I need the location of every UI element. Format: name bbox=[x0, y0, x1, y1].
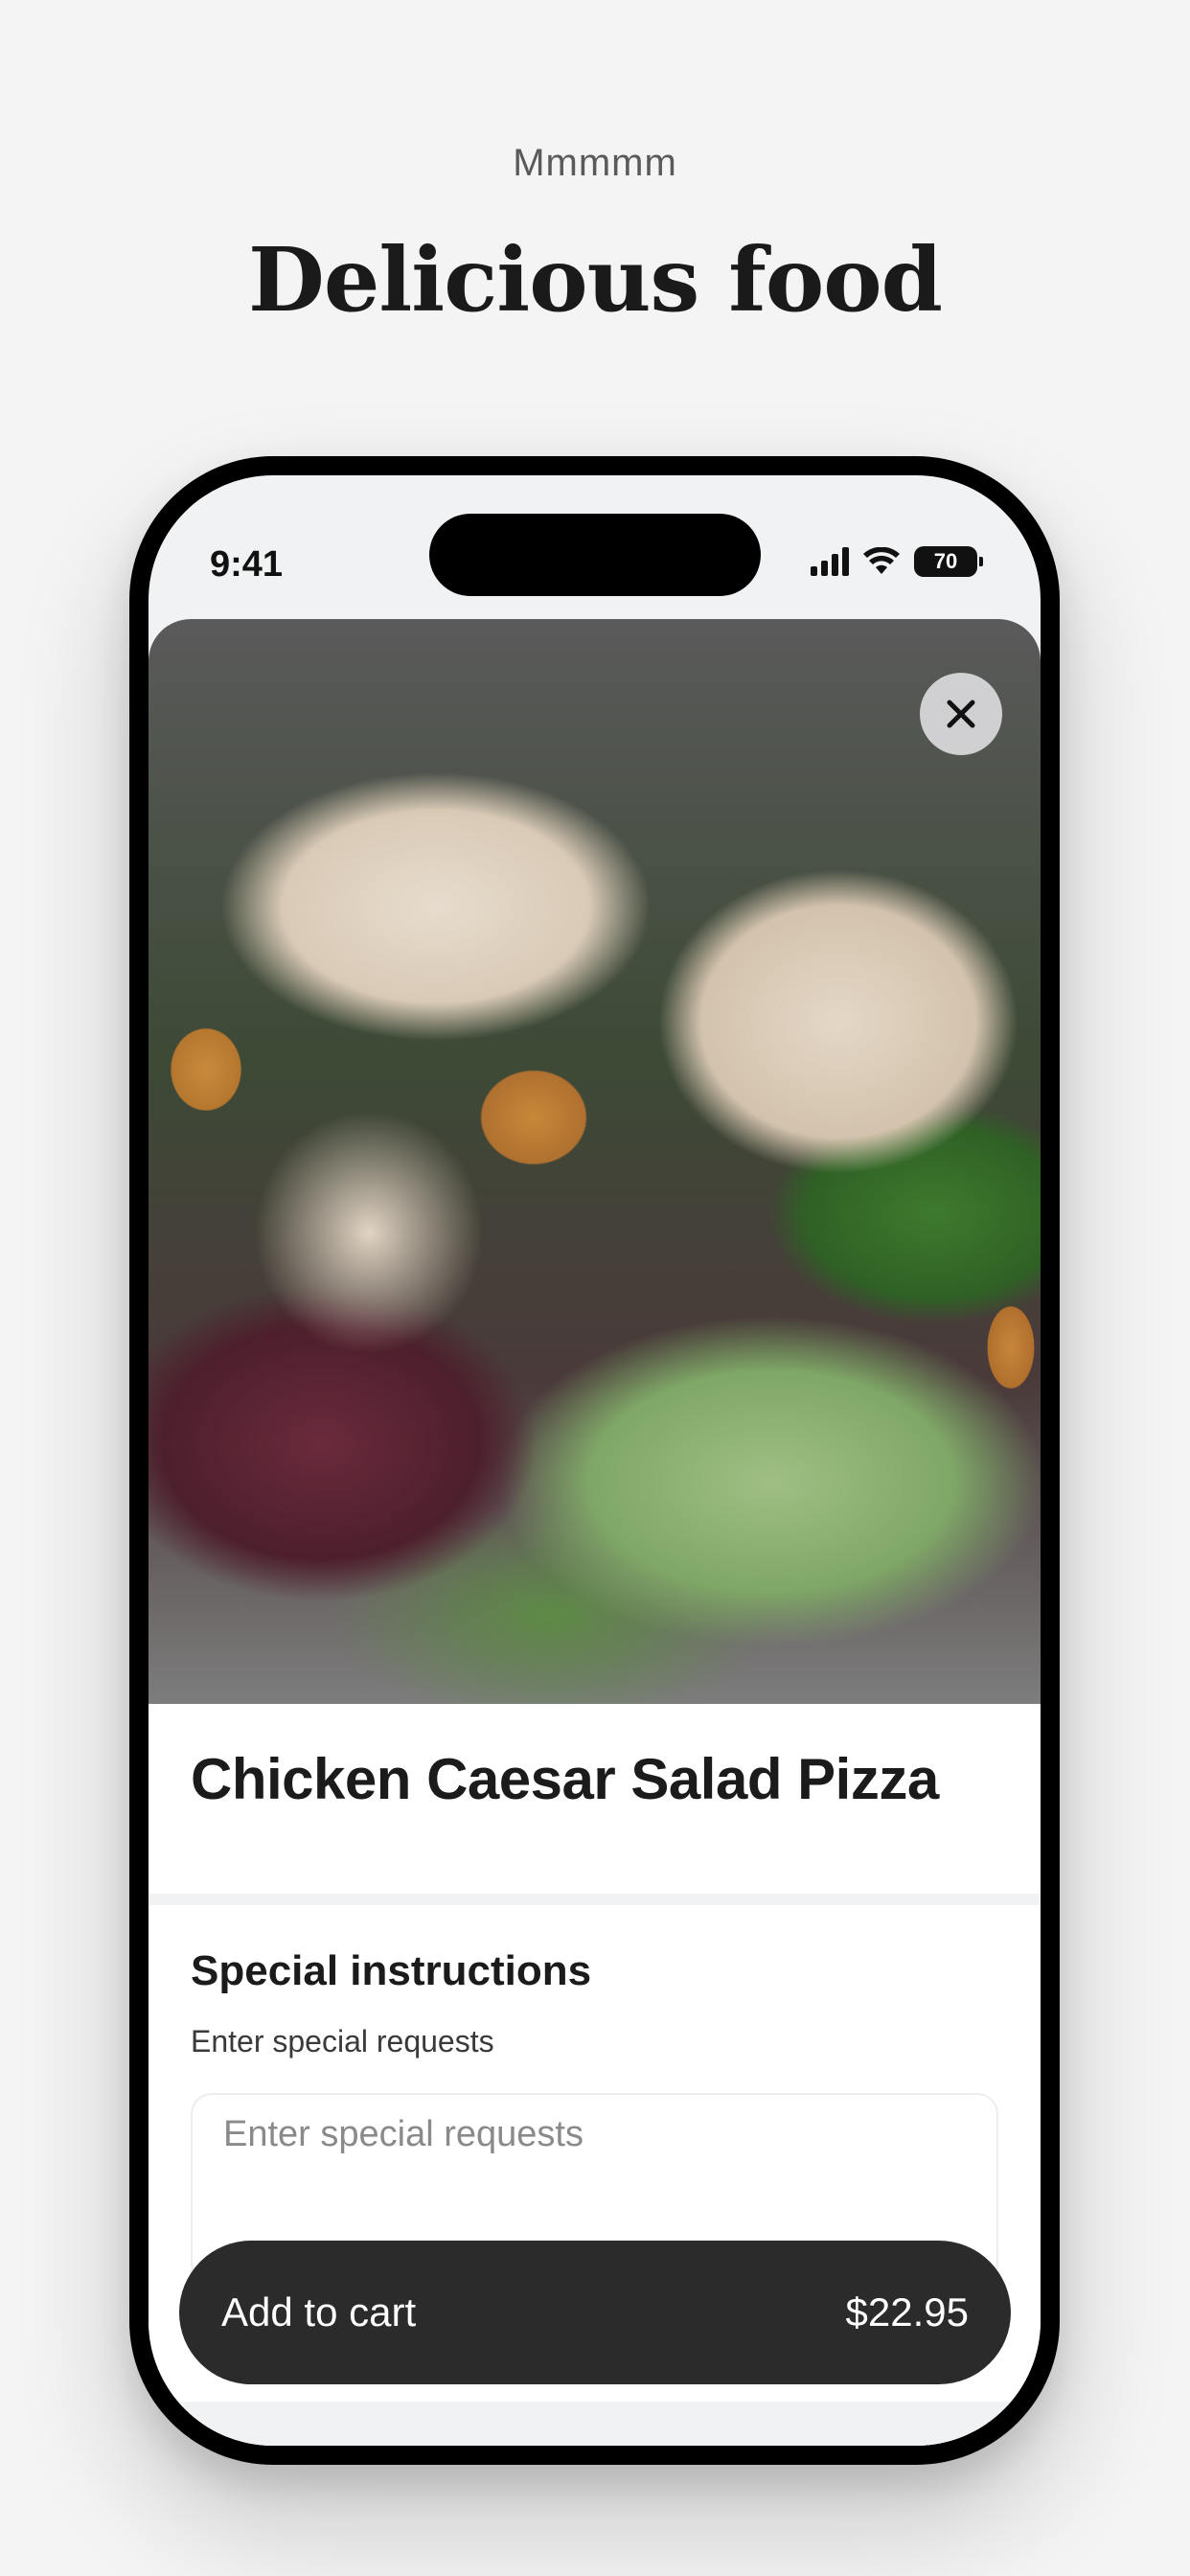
status-bar: 9:41 70 bbox=[149, 475, 1041, 600]
cart-price: $22.95 bbox=[845, 2289, 969, 2334]
wifi-icon bbox=[863, 547, 900, 574]
signal-icon bbox=[811, 547, 849, 576]
dynamic-island bbox=[429, 514, 761, 596]
special-instructions-title: Special instructions bbox=[191, 1947, 592, 1994]
page-headline: Delicious food bbox=[248, 228, 943, 332]
close-button[interactable] bbox=[920, 673, 1002, 755]
add-to-cart-label: Add to cart bbox=[221, 2289, 417, 2334]
item-title: Chicken Caesar Salad Pizza bbox=[191, 1747, 939, 1811]
close-icon bbox=[947, 700, 975, 728]
add-to-cart-button[interactable]: Add to cart $22.95 bbox=[179, 2241, 1011, 2384]
battery-icon: 70 bbox=[914, 546, 983, 577]
phone-frame: 9:41 70 Chicken Caesar Salad Pizza Speci… bbox=[129, 456, 1060, 2465]
status-icons: 70 bbox=[811, 546, 983, 577]
page-kicker: Mmmmm bbox=[513, 142, 677, 184]
section-divider bbox=[149, 1894, 1041, 1905]
food-photo bbox=[149, 619, 1041, 1704]
phone-screen: 9:41 70 Chicken Caesar Salad Pizza Speci… bbox=[149, 475, 1041, 2446]
status-time: 9:41 bbox=[210, 544, 284, 585]
special-instructions-subtitle: Enter special requests bbox=[191, 2024, 494, 2058]
item-sheet: Chicken Caesar Salad Pizza Special instr… bbox=[149, 619, 1041, 2446]
home-indicator-area bbox=[149, 2402, 1041, 2446]
